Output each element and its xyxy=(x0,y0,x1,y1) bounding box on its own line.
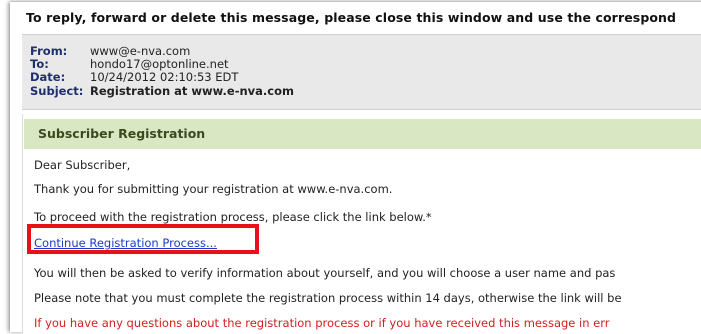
to-label: To: xyxy=(30,57,49,71)
questions-text: If you have any questions about the regi… xyxy=(34,316,610,330)
date-label: Date: xyxy=(30,70,66,84)
reply-notice: To reply, forward or delete this message… xyxy=(26,10,677,25)
proceed-text: To proceed with the registration process… xyxy=(34,210,432,224)
to-value: hondo17@optonline.net xyxy=(90,57,229,71)
verify-text: You will then be asked to verify informa… xyxy=(34,266,616,280)
subject-value: Registration at www.e-nva.com xyxy=(90,84,294,98)
from-label: From: xyxy=(30,44,68,58)
from-row: From: www@e-nva.com xyxy=(30,44,190,58)
deadline-text: Please note that you must complete the r… xyxy=(34,291,622,305)
date-value: 10/24/2012 02:10:53 EDT xyxy=(90,70,239,84)
thanks-text: Thank you for submitting your registrati… xyxy=(34,182,393,196)
date-row: Date: 10/24/2012 02:10:53 EDT xyxy=(30,70,238,84)
subject-label: Subject: xyxy=(30,84,84,98)
from-value: www@e-nva.com xyxy=(90,44,191,58)
greeting-text: Dear Subscriber, xyxy=(34,158,131,172)
continue-registration-link[interactable]: Continue Registration Process... xyxy=(34,236,217,250)
to-row: To: hondo17@optonline.net xyxy=(30,57,229,71)
subject-row: Subject: Registration at www.e-nva.com xyxy=(30,84,294,98)
section-title: Subscriber Registration xyxy=(38,126,206,141)
